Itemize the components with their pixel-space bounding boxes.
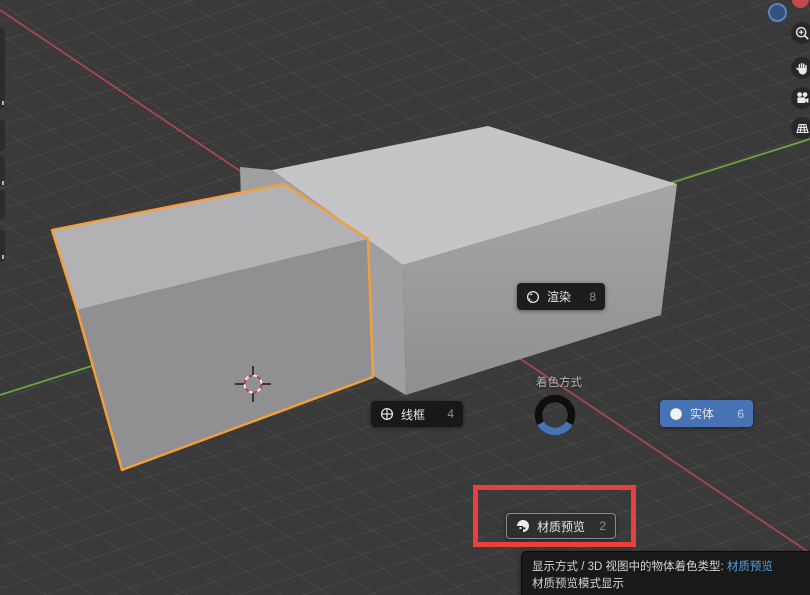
toolbar-edge-strip[interactable] <box>0 120 5 151</box>
tooltip-line1: 显示方式 / 3D 视图中的物体着色类型: 材质预览 <box>532 559 810 576</box>
toolbar-icon-fragment <box>2 181 4 185</box>
toolbar-icon-fragment <box>2 101 4 105</box>
pie-item-label: 实体 <box>690 405 714 422</box>
pie-item-shortcut: 8 <box>589 290 596 304</box>
zoom-in-magnifier-icon <box>795 26 810 41</box>
pie-item-render[interactable]: 渲染 8 <box>517 283 605 310</box>
axis-ball-blue[interactable] <box>768 3 787 22</box>
camera-view-icon <box>795 91 810 106</box>
annotation-rectangle <box>473 485 636 547</box>
render-sphere-icon <box>526 290 540 304</box>
pie-item-label: 线框 <box>401 406 425 423</box>
camera-view-button[interactable] <box>791 87 810 109</box>
solid-sphere-icon <box>669 407 683 421</box>
scene-canvas[interactable] <box>0 0 810 595</box>
blender-3d-viewport[interactable]: 着色方式 线框 4 渲染 8 实体 6 <box>0 0 810 595</box>
toolbar-edge-strip[interactable] <box>0 190 5 220</box>
tooltip: 显示方式 / 3D 视图中的物体着色类型: 材质预览 材质预览模式显示 <box>521 551 810 595</box>
pie-direction-arc <box>541 423 570 431</box>
tooltip-line2: 材质预览模式显示 <box>532 576 810 593</box>
pie-menu-ring <box>531 391 579 439</box>
tooltip-value: 材质预览 <box>727 561 773 573</box>
wireframe-sphere-icon <box>380 407 394 421</box>
pie-item-wireframe[interactable]: 线框 4 <box>371 401 463 427</box>
toolbar-icon-fragment <box>2 255 4 259</box>
zoom-button[interactable] <box>791 22 810 44</box>
pie-menu-title: 着色方式 <box>509 374 609 390</box>
ortho-toggle-button[interactable] <box>791 117 810 139</box>
pie-item-shortcut: 6 <box>737 407 744 421</box>
pie-item-shortcut: 4 <box>447 407 454 421</box>
pan-hand-icon <box>795 61 810 76</box>
pie-item-label: 渲染 <box>547 288 571 305</box>
pan-button[interactable] <box>791 57 810 79</box>
pie-item-solid[interactable]: 实体 6 <box>660 400 753 427</box>
toolbar-edge-strip[interactable] <box>0 28 5 108</box>
grid-ortho-icon <box>795 121 810 136</box>
selected-cube[interactable] <box>52 184 373 470</box>
